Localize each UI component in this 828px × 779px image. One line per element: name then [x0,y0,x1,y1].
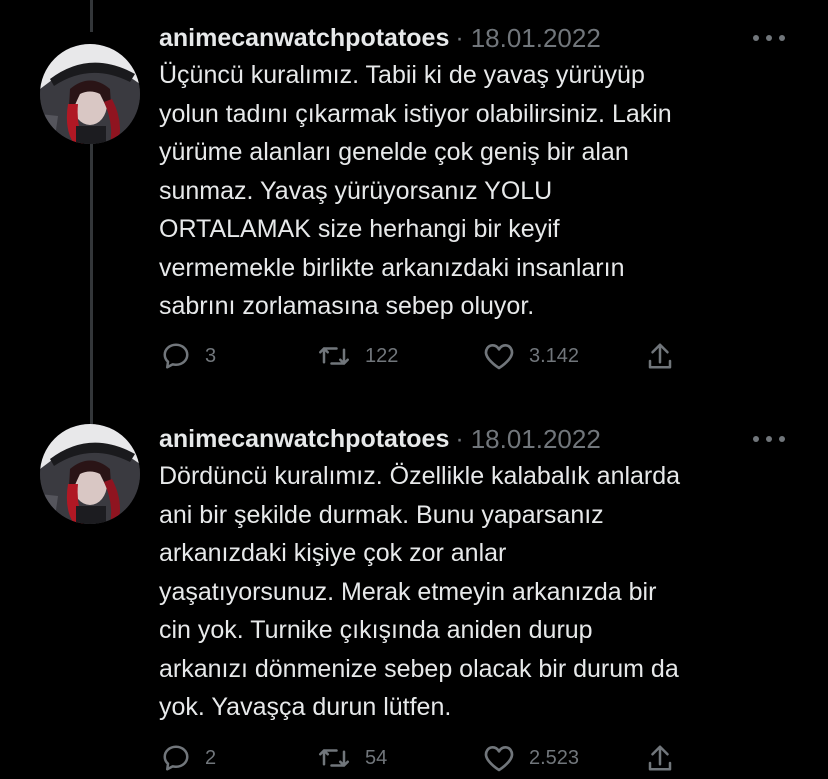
tweet-header: animecanwatchpotatoes · 18.01.2022 [159,20,601,56]
retweet-button[interactable]: 54 [317,740,387,776]
heart-icon [484,344,514,370]
tweet[interactable]: animecanwatchpotatoes · 18.01.2022 Dördü… [0,421,828,779]
retweet-count: 122 [365,344,399,367]
tweet-date[interactable]: 18.01.2022 [471,424,601,455]
like-count: 3.142 [529,344,580,367]
avatar-image [40,424,140,524]
share-button[interactable] [647,338,673,374]
reply-count: 3 [205,344,217,367]
share-icon [648,745,672,771]
retweet-count: 54 [365,746,388,769]
retweet-icon [319,347,349,365]
tweet-header: animecanwatchpotatoes · 18.01.2022 [159,421,601,457]
more-options-button[interactable] [752,20,786,56]
reply-icon [163,745,189,771]
tweet-actions: 3 122 3.142 [159,338,679,374]
share-button[interactable] [647,740,673,776]
like-button[interactable]: 2.523 [483,740,579,776]
reply-count: 2 [205,746,217,769]
reply-icon [163,343,189,369]
tweet[interactable]: animecanwatchpotatoes · 18.01.2022 Üçünc… [0,20,828,390]
separator-dot: · [455,23,464,52]
separator-dot: · [455,424,464,453]
tweet-text: Üçüncü kuralımız. Tabii ki de yavaş yürü… [159,61,672,320]
reply-button[interactable]: 3 [161,338,216,374]
heart-icon [484,746,514,772]
tweet-actions: 2 54 2.523 [159,740,679,776]
avatar[interactable] [40,44,140,144]
share-icon [648,343,672,369]
retweet-icon [319,749,349,767]
tweet-date[interactable]: 18.01.2022 [471,23,601,54]
username[interactable]: animecanwatchpotatoes [159,24,449,53]
reply-button[interactable]: 2 [161,740,216,776]
like-button[interactable]: 3.142 [483,338,579,374]
tweet-text: Dördüncü kuralımız. Özellikle kalabalık … [159,462,681,721]
username[interactable]: animecanwatchpotatoes [159,425,449,454]
more-options-icon [753,35,785,41]
avatar-image [40,44,140,144]
avatar[interactable] [40,424,140,524]
retweet-button[interactable]: 122 [317,338,398,374]
like-count: 2.523 [529,746,580,769]
more-options-button[interactable] [752,421,786,457]
more-options-icon [753,436,785,442]
